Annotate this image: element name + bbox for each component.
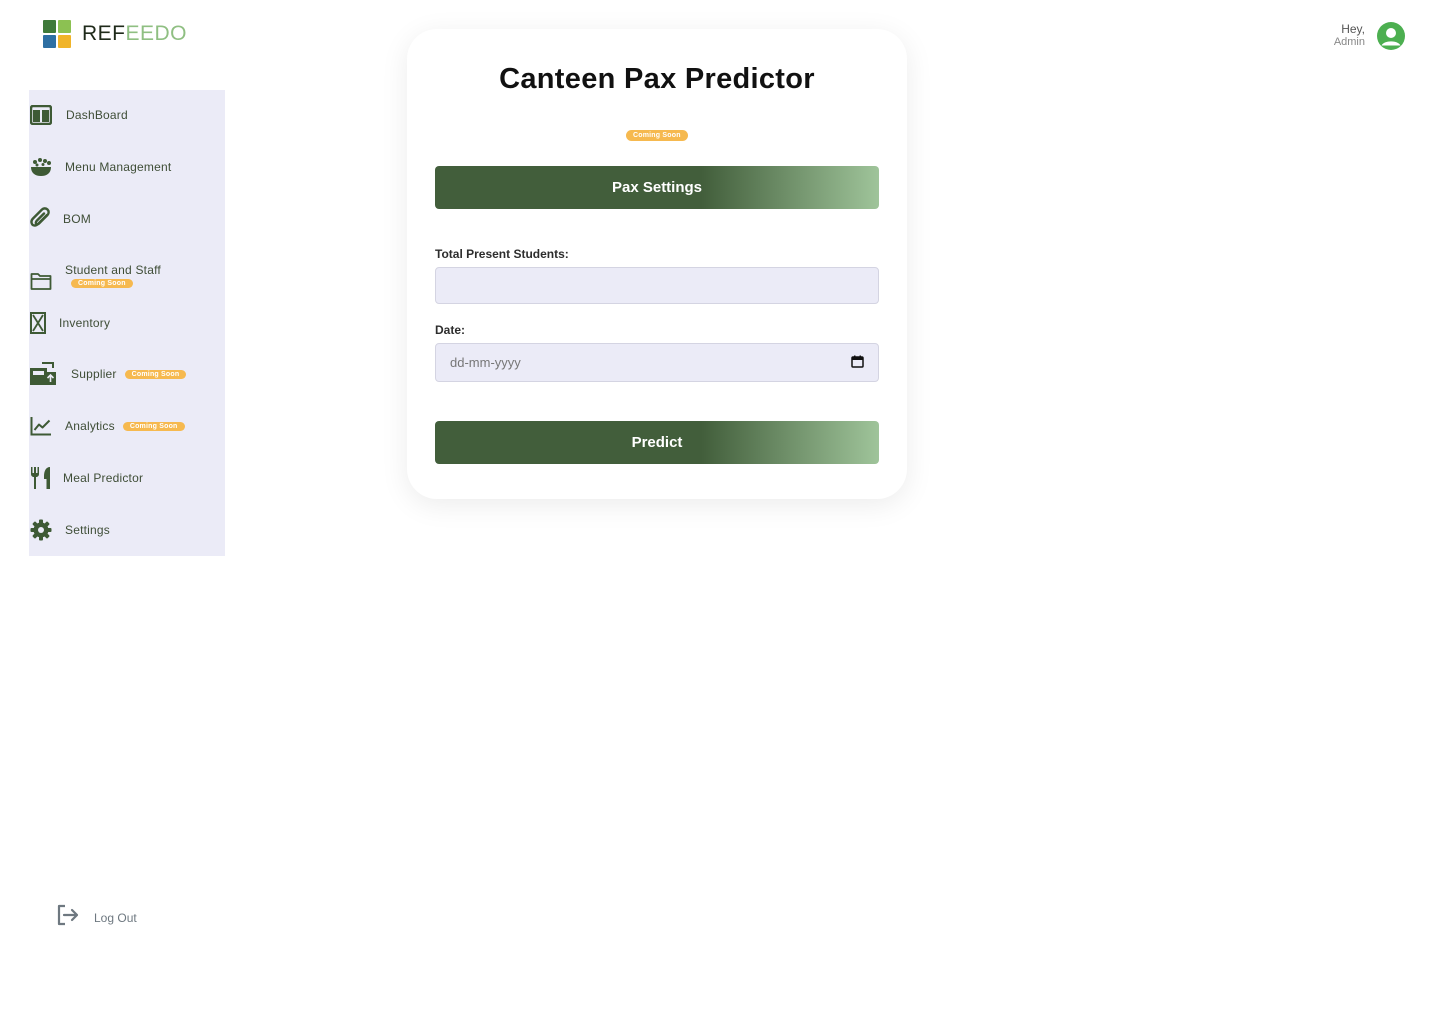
logo-icon (43, 20, 71, 48)
sidebar-item-menu-management[interactable]: Menu Management (29, 155, 171, 179)
user-role: Admin (1333, 36, 1365, 48)
pax-settings-button[interactable]: Pax Settings (435, 166, 879, 209)
brand-name: REFEEDO (82, 22, 188, 45)
sidebar-item-label: DashBoard (66, 108, 128, 122)
sidebar-item-settings[interactable]: Settings (29, 518, 110, 542)
sidebar-item-label: Meal Predictor (63, 471, 144, 485)
sidebar-item-label: Student and Staff (65, 262, 161, 277)
gear-icon (29, 518, 53, 542)
coming-soon-badge: Coming Soon (124, 369, 187, 379)
sidebar-item-label: Settings (65, 523, 110, 537)
students-label: Total Present Students: (435, 247, 569, 261)
page-title: Canteen Pax Predictor (499, 63, 815, 95)
predict-button[interactable]: Predict (435, 421, 879, 464)
sidebar: DashBoard Menu Management BOM Student an… (29, 90, 225, 556)
sidebar-item-student-and-staff[interactable]: Student and Staff Coming Soon (29, 257, 161, 293)
user-icon (1381, 28, 1401, 46)
pax-predictor-card: Canteen Pax Predictor Coming Soon Pax Se… (407, 29, 907, 499)
sidebar-item-meal-predictor[interactable]: Meal Predictor (29, 466, 143, 490)
coming-soon-badge: Coming Soon (122, 421, 185, 431)
utensils-icon (29, 466, 53, 490)
sidebar-item-bom[interactable]: BOM (29, 207, 91, 231)
dashboard-icon (29, 103, 53, 127)
user-menu[interactable]: Hey, Admin (1334, 22, 1405, 50)
sidebar-item-label: Inventory (59, 316, 111, 330)
supplier-icon (29, 362, 57, 386)
sidebar-item-inventory[interactable]: Inventory (29, 311, 110, 335)
avatar[interactable] (1377, 22, 1405, 50)
calendar-icon[interactable] (851, 355, 864, 371)
sidebar-item-analytics[interactable]: Analytics Coming Soon (29, 414, 185, 438)
sidebar-item-label: Analytics (65, 419, 115, 433)
chart-line-icon (29, 414, 53, 438)
date-label: Date: (435, 323, 466, 337)
logout-icon (56, 904, 80, 931)
date-placeholder: dd-mm-yyyy (450, 355, 521, 370)
logout-label: Log Out (94, 910, 137, 925)
total-present-students-input[interactable] (435, 267, 879, 304)
logout-button[interactable]: Log Out (56, 904, 137, 931)
inventory-icon (29, 311, 47, 335)
sidebar-item-supplier[interactable]: Supplier Coming Soon (29, 362, 187, 386)
paperclip-icon (29, 207, 53, 231)
coming-soon-badge: Coming Soon (71, 278, 133, 288)
coming-soon-badge: Coming Soon (626, 130, 688, 141)
user-greeting: Hey, (1341, 22, 1365, 36)
sidebar-item-label: Menu Management (65, 160, 172, 174)
menu-bowl-icon (29, 155, 53, 179)
folder-icon (29, 269, 53, 293)
brand-logo[interactable]: REFEEDO (43, 20, 187, 48)
sidebar-item-label: Supplier (71, 367, 117, 381)
sidebar-item-dashboard[interactable]: DashBoard (29, 103, 128, 127)
date-input[interactable]: dd-mm-yyyy (435, 343, 879, 382)
sidebar-item-label: BOM (63, 212, 91, 226)
